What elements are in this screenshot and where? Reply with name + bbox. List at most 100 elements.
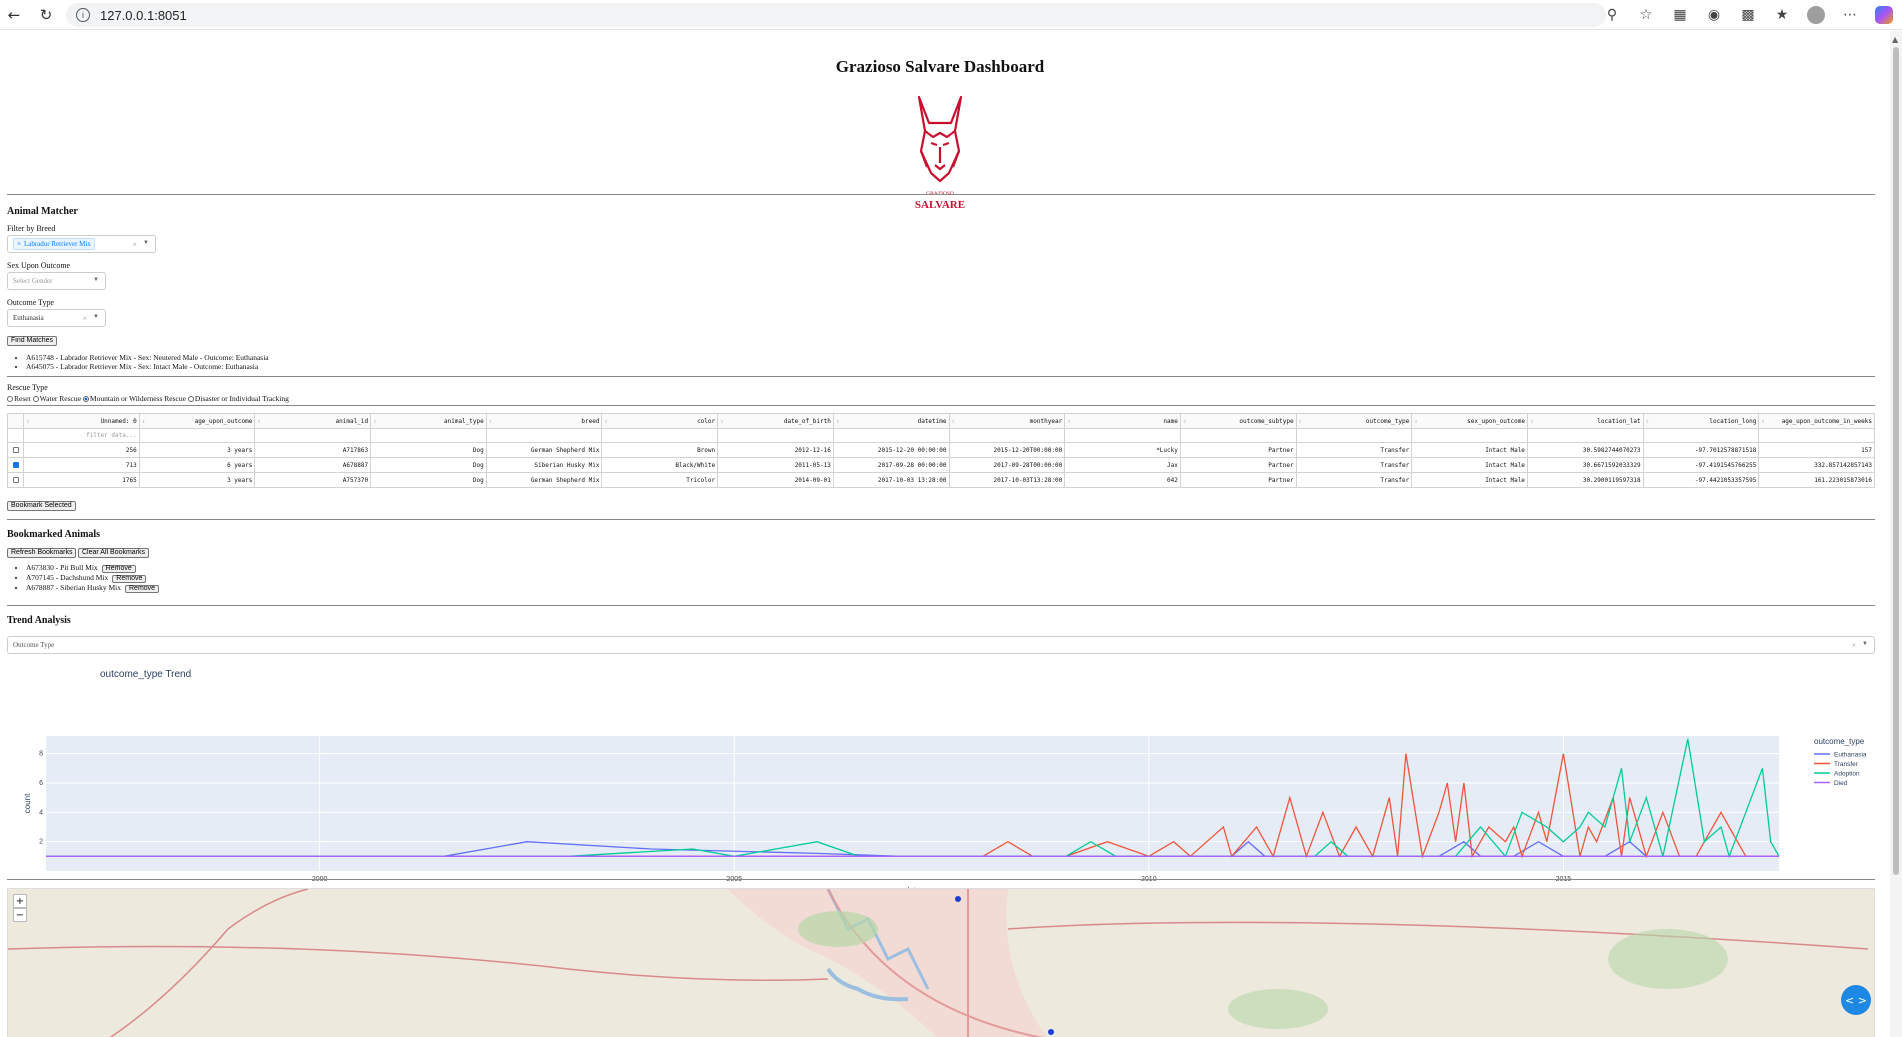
column-filter-input[interactable] (948, 428, 1066, 443)
map-zoom-out-button[interactable]: − (13, 908, 27, 922)
trend-field-dropdown[interactable]: Outcome Type × ▼ (7, 636, 1875, 654)
radio-button[interactable] (7, 395, 13, 402)
table-cell[interactable]: *Lucky (1064, 442, 1181, 458)
table-cell[interactable]: Partner (1179, 457, 1297, 473)
column-filter-input[interactable] (1642, 428, 1760, 443)
clear-icon[interactable]: × (132, 240, 137, 249)
sort-icon[interactable]: ⇕ (1183, 418, 1187, 425)
table-cell[interactable]: 713 (23, 457, 140, 473)
sort-icon[interactable]: ⇕ (257, 418, 261, 425)
column-header[interactable]: ⇕ name (1064, 413, 1181, 429)
zoom-out-icon[interactable]: ⚲ (1600, 3, 1624, 27)
table-cell[interactable]: Partner (1179, 472, 1297, 488)
chevron-down-icon[interactable]: ▼ (93, 277, 99, 283)
radio-button[interactable] (187, 395, 194, 402)
table-cell[interactable]: -97.4421053357595 (1642, 472, 1760, 488)
column-header[interactable]: ⇕ animal_type (370, 413, 487, 429)
sort-icon[interactable]: ⇕ (1646, 418, 1650, 425)
back-icon[interactable]: ← (0, 1, 28, 29)
sort-icon[interactable]: ⇕ (142, 418, 146, 425)
table-cell[interactable]: German Shepherd Mix (485, 472, 603, 488)
column-header[interactable]: ⇕ Unnamed: 0 (23, 413, 140, 429)
chevron-down-icon[interactable]: ▼ (143, 240, 149, 246)
row-select-checkbox[interactable] (12, 477, 19, 483)
sex-dropdown[interactable]: Select Gender ▼ (7, 272, 106, 290)
table-cell[interactable]: 2012-12-16 (717, 442, 834, 458)
sort-icon[interactable]: ⇕ (604, 418, 608, 425)
column-header[interactable]: ⇕ location_long (1642, 413, 1760, 429)
dash-debug-toggle-button[interactable]: < > (1841, 985, 1871, 1015)
table-cell[interactable]: 2017-10-03T13:28:00 (948, 472, 1066, 488)
remove-bookmark-button[interactable]: Remove (125, 585, 160, 593)
radio-button[interactable] (32, 395, 39, 402)
sort-icon[interactable]: ⇕ (1299, 418, 1303, 425)
radio-button[interactable] (82, 395, 89, 402)
column-filter-input[interactable] (832, 428, 950, 443)
extension-icon[interactable]: ▦ (1668, 3, 1692, 27)
chevron-down-icon[interactable]: ▼ (93, 314, 99, 320)
bookmark-selected-button[interactable]: Bookmark Selected (7, 501, 76, 511)
find-matches-button[interactable]: Find Matches (7, 336, 58, 346)
table-cell[interactable]: -97.7012578871518 (1642, 442, 1760, 458)
column-filter-input[interactable] (1064, 428, 1181, 443)
table-cell[interactable]: Intact Male (1411, 442, 1528, 458)
table-cell[interactable]: Siberian Husky Mix (485, 457, 603, 473)
table-cell[interactable]: 1765 (23, 472, 140, 488)
table-cell[interactable]: 042 (1064, 472, 1181, 488)
table-cell[interactable]: 30.6671592033329 (1526, 457, 1644, 473)
row-select-checkbox[interactable] (12, 462, 19, 468)
table-cell[interactable]: 157 (1758, 442, 1875, 458)
scrollbar-thumb[interactable] (1893, 47, 1899, 875)
column-filter-input[interactable] (601, 428, 719, 443)
sort-icon[interactable]: ⇕ (1414, 418, 1418, 425)
column-filter-input[interactable] (1411, 428, 1528, 443)
address-bar[interactable]: i 127.0.0.1:8051 (66, 3, 1606, 27)
sort-icon[interactable]: ⇕ (952, 418, 956, 425)
table-cell[interactable]: 2017-09-28 00:00:00 (832, 457, 950, 473)
table-cell[interactable]: A757370 (254, 472, 372, 488)
column-header[interactable]: ⇕ date_of_birth (717, 413, 834, 429)
sort-icon[interactable]: ⇕ (373, 418, 377, 425)
copilot-icon[interactable] (1872, 3, 1896, 27)
table-cell[interactable]: 3 years (138, 442, 256, 458)
sort-icon[interactable]: ⇕ (1761, 418, 1765, 425)
page-scrollbar[interactable]: ▲ (1890, 31, 1902, 1037)
table-cell[interactable]: Black/White (601, 457, 719, 473)
map-tiles[interactable] (8, 889, 1875, 1037)
column-header[interactable]: ⇕ location_lat (1526, 413, 1644, 429)
table-cell[interactable]: Dog (370, 472, 487, 488)
outcome-dropdown[interactable]: Euthanasia × ▼ (7, 309, 106, 327)
chip-remove-icon[interactable]: × (17, 240, 21, 248)
table-cell[interactable]: Transfer (1295, 442, 1413, 458)
column-header[interactable]: ⇕ breed (485, 413, 603, 429)
scroll-up-icon[interactable]: ▲ (1892, 35, 1898, 44)
favorite-star-icon[interactable]: ☆ (1634, 3, 1658, 27)
sort-icon[interactable]: ⇕ (836, 418, 840, 425)
column-filter-input[interactable] (1758, 428, 1875, 443)
rescue-option-water-rescue[interactable]: Water Rescue (32, 394, 81, 403)
column-filter-input[interactable] (1179, 428, 1297, 443)
table-cell[interactable]: 256 (23, 442, 140, 458)
column-header[interactable]: ⇕ sex_upon_outcome (1411, 413, 1528, 429)
breed-chip[interactable]: × Labrador Retriever Mix (13, 238, 95, 250)
column-header[interactable]: ⇕ animal_id (254, 413, 372, 429)
table-cell[interactable]: A678887 (254, 457, 372, 473)
column-filter-input[interactable] (1295, 428, 1413, 443)
table-cell[interactable]: 2011-05-13 (717, 457, 834, 473)
column-filter-input[interactable] (254, 428, 372, 443)
map-zoom-in-button[interactable]: + (13, 894, 27, 908)
table-cell[interactable]: Dog (370, 457, 487, 473)
table-cell[interactable]: A717863 (254, 442, 372, 458)
table-cell[interactable]: Transfer (1295, 457, 1413, 473)
rescue-option-disaster-or-individual-tracking[interactable]: Disaster or Individual Tracking (187, 394, 289, 403)
clear-bookmarks-button[interactable]: Clear All Bookmarks (78, 548, 150, 558)
breed-dropdown[interactable]: × Labrador Retriever Mix × ▼ (7, 235, 156, 253)
table-cell[interactable]: 2017-09-28T00:00:00 (948, 457, 1066, 473)
column-filter-input[interactable] (1526, 428, 1644, 443)
rescue-option-mountain-or-wilderness-rescue[interactable]: Mountain or Wilderness Rescue (82, 394, 186, 403)
clear-icon[interactable]: × (82, 314, 87, 323)
table-cell[interactable]: 161.223015873016 (1758, 472, 1875, 488)
table-cell[interactable]: 2015-12-20T00:00:00 (948, 442, 1066, 458)
table-cell[interactable]: Dog (370, 442, 487, 458)
sort-icon[interactable]: ⇕ (720, 418, 724, 425)
